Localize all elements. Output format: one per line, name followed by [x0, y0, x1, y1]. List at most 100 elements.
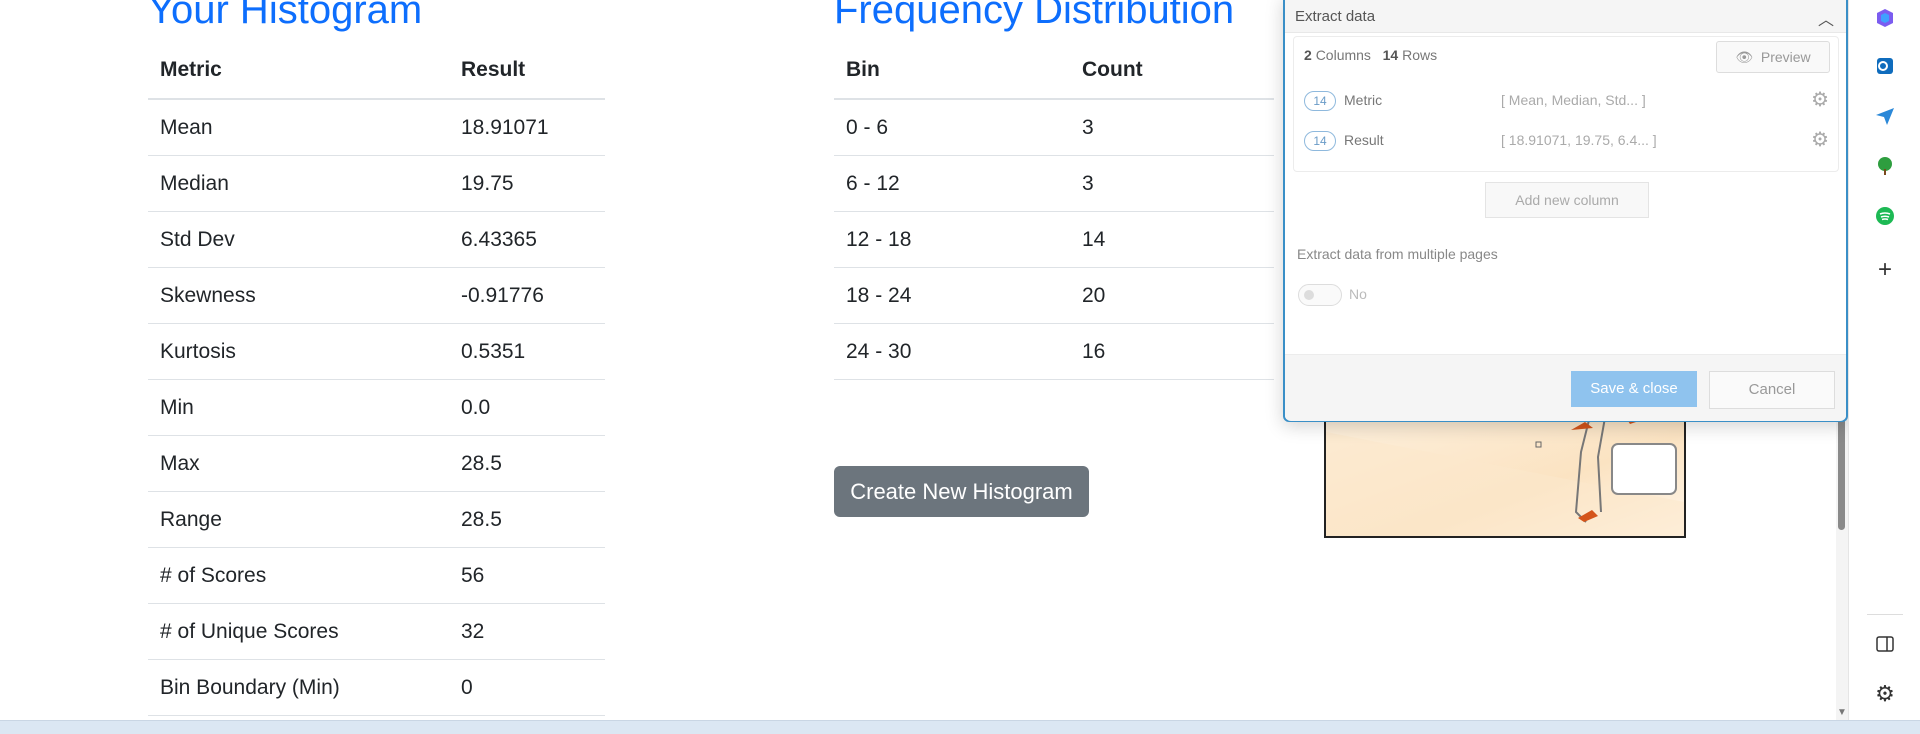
browser-sidebar: + ⚙: [1848, 0, 1920, 720]
columns-count: 2: [1304, 47, 1312, 63]
table-cell: 0 - 6: [834, 99, 1070, 156]
table-cell: 3: [1070, 99, 1274, 156]
columns-box: 2 Columns 14 Rows 👁 Preview 14 Metric [ …: [1293, 36, 1839, 172]
frequency-title: Frequency Distribution: [834, 0, 1235, 32]
taskbar-edge: [0, 720, 1920, 734]
table-row: # of Unique Scores 32: [148, 603, 605, 660]
frequency-table: Bin Count 0 - 636 - 12 3 12 - 18 14 18 - 24 2…: [834, 42, 1274, 380]
toggle-knob: [1304, 290, 1314, 300]
spotify-icon[interactable]: [1873, 204, 1897, 228]
multi-page-value: No: [1349, 286, 1367, 302]
table-cell: 0.5351: [449, 323, 605, 380]
save-close-button[interactable]: Save & close: [1571, 371, 1697, 407]
send-icon[interactable]: [1873, 104, 1897, 128]
table-row: Skewness -0.91776: [148, 267, 605, 324]
columns-summary: 2 Columns 14 Rows: [1304, 47, 1437, 63]
table-row: 24 - 30 16: [834, 323, 1274, 380]
table-cell: 18 - 24: [834, 267, 1070, 324]
add-icon[interactable]: +: [1873, 256, 1897, 283]
table-cell: Kurtosis: [148, 323, 449, 380]
column-name: Result: [1344, 132, 1384, 148]
column-count-badge: 14: [1304, 91, 1336, 111]
table-row: Mean 18.91071: [148, 99, 605, 156]
table-cell: 14: [1070, 211, 1274, 268]
table-row: 6 - 12 3: [834, 155, 1274, 212]
table-cell: # of Scores: [148, 547, 449, 604]
scrollbar-thumb[interactable]: [1838, 410, 1845, 530]
column-header-metric: Metric: [148, 42, 449, 100]
table-cell: Bin Boundary (Min): [148, 659, 449, 716]
table-cell: Skewness: [148, 267, 449, 324]
table-cell: 6.43365: [449, 211, 605, 268]
table-cell: # of Unique Scores: [148, 603, 449, 660]
settings-icon[interactable]: ⚙: [1873, 681, 1897, 706]
table-cell: 32: [449, 603, 605, 660]
table-row: 12 - 18 14: [834, 211, 1274, 268]
table-row: 18 - 24 20: [834, 267, 1274, 324]
table-cell: 16: [1070, 323, 1274, 380]
table-cell: Min: [148, 379, 449, 436]
table-cell: -0.91776: [449, 267, 605, 324]
histogram-table: Metric Result Mean 18.91071 Median 19.75 Std…: [148, 42, 605, 716]
add-new-column-button[interactable]: Add new column: [1485, 182, 1649, 218]
table-row: Min 0.0: [148, 379, 605, 436]
table-cell: 12 - 18: [834, 211, 1070, 268]
extract-data-panel: Extract data ︿ 2 Columns 14 Rows 👁 Previ…: [1283, 0, 1848, 422]
table-row: Range 28.5: [148, 491, 605, 548]
illustration-image: [1324, 410, 1686, 538]
split-view-icon[interactable]: [1873, 632, 1897, 656]
column-preview: [ Mean, Median, Std... ]: [1501, 92, 1646, 108]
preview-label: Preview: [1760, 49, 1811, 65]
table-cell: Std Dev: [148, 211, 449, 268]
column-name: Metric: [1344, 92, 1383, 108]
table-cell: 6 - 12: [834, 155, 1070, 212]
table-cell: 28.5: [449, 491, 605, 548]
table-row: Kurtosis 0.5351: [148, 323, 605, 380]
histogram-title: Your Histogram: [148, 0, 423, 32]
eye-icon: 👁: [1735, 49, 1754, 65]
column-header-result: Result: [449, 42, 605, 100]
copilot-icon[interactable]: [1873, 6, 1897, 30]
chevron-up-icon[interactable]: ︿: [1818, 6, 1834, 30]
outlook-icon[interactable]: [1873, 54, 1897, 78]
rows-count: 14: [1382, 47, 1399, 63]
column-header-bin: Bin: [834, 42, 1070, 100]
table-row: Std Dev 6.43365: [148, 211, 605, 268]
cancel-button[interactable]: Cancel: [1709, 371, 1835, 409]
table-cell: 28.5: [449, 435, 605, 492]
table-row: Max 28.5: [148, 435, 605, 492]
table-cell: Max: [148, 435, 449, 492]
table-row: Median 19.75: [148, 155, 605, 212]
column-preview: [ 18.91071, 19.75, 6.4... ]: [1501, 132, 1657, 148]
columns-label: Columns: [1315, 47, 1371, 63]
rows-label: Rows: [1402, 47, 1438, 63]
multi-page-toggle[interactable]: [1298, 284, 1342, 306]
table-cell: 20: [1070, 267, 1274, 324]
column-row-result[interactable]: 14 Result [ 18.91071, 19.75, 6.4... ] ⚙: [1304, 127, 1829, 157]
table-row: Bin Boundary (Min) 0: [148, 659, 605, 716]
panel-title: Extract data: [1295, 8, 1376, 25]
table-cell: Median: [148, 155, 449, 212]
column-row-metric[interactable]: 14 Metric [ Mean, Median, Std... ] ⚙: [1304, 87, 1829, 117]
table-row: # of Scores 56: [148, 547, 605, 604]
gear-icon[interactable]: ⚙: [1811, 87, 1829, 112]
table-cell: 24 - 30: [834, 323, 1070, 380]
scroll-down-icon[interactable]: ▼: [1837, 707, 1847, 718]
preview-button[interactable]: 👁 Preview: [1716, 41, 1830, 73]
create-new-histogram-button[interactable]: Create New Histogram: [834, 466, 1089, 517]
table-cell: Mean: [148, 99, 449, 156]
multi-page-label: Extract data from multiple pages: [1297, 246, 1498, 262]
table-cell: 19.75: [449, 155, 605, 212]
column-count-badge: 14: [1304, 131, 1336, 151]
sidebar-divider: [1867, 614, 1903, 615]
panel-footer: Save & close Cancel: [1285, 354, 1846, 421]
table-cell: 3: [1070, 155, 1274, 212]
table-row: 0 - 63: [834, 99, 1274, 156]
gear-icon[interactable]: ⚙: [1811, 127, 1829, 152]
tree-icon[interactable]: [1873, 154, 1897, 178]
column-header-count: Count: [1070, 42, 1274, 100]
panel-header[interactable]: Extract data ︿: [1285, 0, 1846, 33]
table-cell: 0.0: [449, 379, 605, 436]
table-cell: 56: [449, 547, 605, 604]
table-cell: Range: [148, 491, 449, 548]
